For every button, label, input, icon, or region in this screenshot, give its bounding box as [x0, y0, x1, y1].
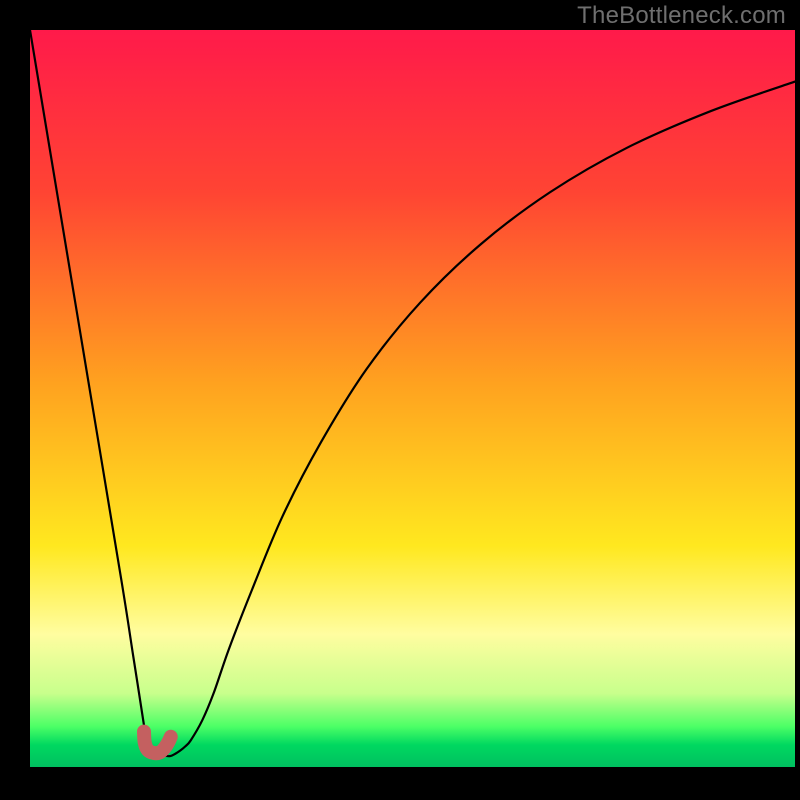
plot-background [30, 30, 795, 767]
chart-svg [0, 0, 800, 800]
watermark-text: TheBottleneck.com [577, 2, 786, 30]
chart-frame: TheBottleneck.com [0, 0, 800, 800]
